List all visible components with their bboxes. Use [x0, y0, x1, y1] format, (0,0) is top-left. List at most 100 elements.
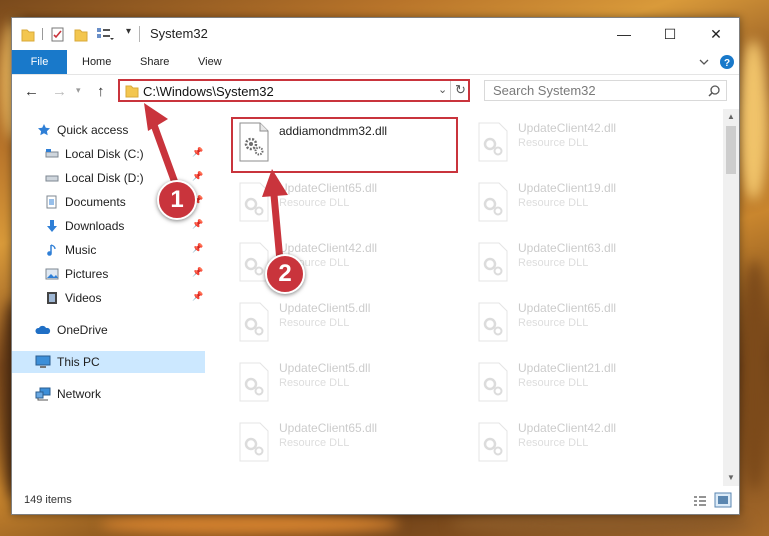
file-item[interactable]: UpdateClient42.dll Resource DLL [470, 418, 700, 468]
file-type: Resource DLL [279, 437, 350, 449]
sidebar-item-label: Network [57, 387, 102, 401]
file-item[interactable]: UpdateClient65.dll Resource DLL [470, 298, 700, 348]
download-icon [47, 220, 57, 232]
dll-file-icon [478, 422, 508, 462]
tab-file[interactable]: File [12, 50, 67, 74]
forward-arrow-icon[interactable]: → [52, 83, 67, 100]
dll-file-icon [478, 302, 508, 342]
refresh-icon[interactable]: ↻ [455, 82, 466, 98]
address-dropdown-icon[interactable]: ⌄ [438, 83, 447, 96]
sidebar-item-videos[interactable]: Videos 📌 [12, 287, 205, 309]
file-item[interactable]: UpdateClient19.dll Resource DLL [470, 178, 700, 228]
file-item[interactable]: UpdateClient63.dll Resource DLL [470, 238, 700, 288]
close-button[interactable]: ✕ [693, 18, 739, 50]
file-type: Resource DLL [279, 317, 350, 329]
sidebar-item-network[interactable]: Network [12, 383, 205, 405]
pin-icon: 📌 [192, 267, 204, 277]
file-type: Resource DLL [518, 437, 589, 449]
ribbon-tabs: File Home Share View ? [12, 50, 739, 75]
documents-icon [46, 195, 57, 209]
sidebar-item-label: Music [65, 243, 97, 257]
back-arrow-icon[interactable]: ← [24, 83, 39, 100]
pictures-icon [45, 268, 59, 280]
step-badge-1: 1 [157, 180, 197, 220]
file-item[interactable]: UpdateClient42.dll Resource DLL [470, 118, 700, 168]
sidebar-item-music[interactable]: Music 📌 [12, 239, 205, 261]
dll-file-icon [239, 302, 269, 342]
file-item[interactable]: UpdateClient5.dll Resource DLL [231, 298, 461, 348]
expand-ribbon-icon[interactable] [698, 50, 710, 74]
recent-locations-icon[interactable]: ▾ [76, 85, 81, 96]
search-placeholder: Search System32 [493, 83, 596, 98]
file-name: UpdateClient5.dll [279, 361, 371, 375]
scroll-down-icon[interactable]: ▼ [727, 473, 735, 482]
dll-file-icon [239, 362, 269, 402]
details-view-icon[interactable] [692, 494, 708, 508]
drive-icon [45, 149, 59, 158]
pin-icon: 📌 [192, 291, 204, 301]
maximize-button[interactable]: ☐ [647, 18, 693, 50]
sidebar-item-label: OneDrive [57, 323, 108, 337]
toolbar-divider [42, 28, 43, 40]
search-input[interactable]: Search System32 [484, 80, 727, 101]
file-type: Resource DLL [518, 197, 589, 209]
file-explorer-window: ▾ System32 — ☐ ✕ File Home Share View ? … [11, 17, 740, 515]
tab-share[interactable]: Share [140, 50, 169, 74]
title-bar: ▾ System32 — ☐ ✕ [12, 18, 739, 50]
file-type: Resource DLL [518, 377, 589, 389]
tab-home[interactable]: Home [82, 50, 111, 74]
quick-access-dropdown-icon[interactable]: ▾ [126, 26, 131, 42]
computer-icon [35, 355, 51, 368]
pin-icon: 📌 [192, 243, 204, 253]
sidebar-item-label: This PC [57, 355, 100, 369]
new-folder-icon[interactable] [74, 26, 88, 42]
sidebar-item-label: Pictures [65, 267, 109, 281]
tab-view[interactable]: View [198, 50, 222, 74]
file-type: Resource DLL [279, 377, 350, 389]
videos-icon [47, 292, 57, 304]
network-icon [35, 387, 51, 401]
file-type: Resource DLL [518, 317, 589, 329]
file-item[interactable]: UpdateClient21.dll Resource DLL [470, 358, 700, 408]
up-arrow-icon[interactable]: ↑ [97, 83, 105, 100]
customize-toolbar-icon[interactable] [96, 26, 114, 42]
drive-icon [45, 175, 59, 182]
sidebar-item-label: Videos [65, 291, 102, 305]
file-item[interactable]: UpdateClient65.dll Resource DLL [231, 418, 461, 468]
file-type: Resource DLL [518, 137, 589, 149]
dll-file-icon [478, 242, 508, 282]
sidebar-item-pictures[interactable]: Pictures 📌 [12, 263, 205, 285]
folder-icon [125, 85, 139, 98]
sidebar-item-this-pc[interactable]: This PC [12, 351, 205, 373]
file-name: UpdateClient65.dll [518, 301, 617, 315]
help-icon[interactable]: ? [719, 50, 735, 74]
pin-icon: 📌 [192, 219, 204, 229]
file-name: UpdateClient65.dll [279, 421, 378, 435]
large-icons-view-icon[interactable] [714, 492, 732, 508]
sidebar-item-label: Local Disk (C:) [65, 147, 144, 161]
file-item[interactable]: UpdateClient5.dll Resource DLL [231, 358, 461, 408]
file-type: Resource DLL [518, 257, 589, 269]
sidebar-item-label: Documents [65, 195, 126, 209]
vertical-scrollbar[interactable]: ▲ ▼ [723, 109, 739, 486]
scroll-up-icon[interactable]: ▲ [727, 112, 735, 121]
search-icon[interactable] [707, 84, 721, 98]
minimize-button[interactable]: — [601, 18, 647, 50]
folder-icon [21, 29, 35, 42]
address-divider [450, 81, 451, 100]
file-name: UpdateClient21.dll [518, 361, 617, 375]
sidebar-item-label: Quick access [57, 123, 129, 137]
sidebar-item-onedrive[interactable]: OneDrive [12, 319, 205, 341]
item-count: 149 items [24, 494, 72, 506]
music-icon [47, 244, 56, 256]
properties-icon[interactable] [50, 26, 66, 42]
scrollbar-thumb[interactable] [726, 126, 736, 174]
file-name: UpdateClient42.dll [518, 121, 617, 135]
dll-file-icon [478, 362, 508, 402]
dll-file-icon [478, 182, 508, 222]
pin-icon: 📌 [192, 147, 204, 157]
navigation-bar: ← → ▾ ↑ C:\Windows\System32 ⌄ ↻ Search S… [12, 75, 739, 109]
status-bar: 149 items [12, 488, 739, 514]
sidebar-item-label: Local Disk (D:) [65, 171, 144, 185]
window-title: System32 [150, 26, 208, 41]
